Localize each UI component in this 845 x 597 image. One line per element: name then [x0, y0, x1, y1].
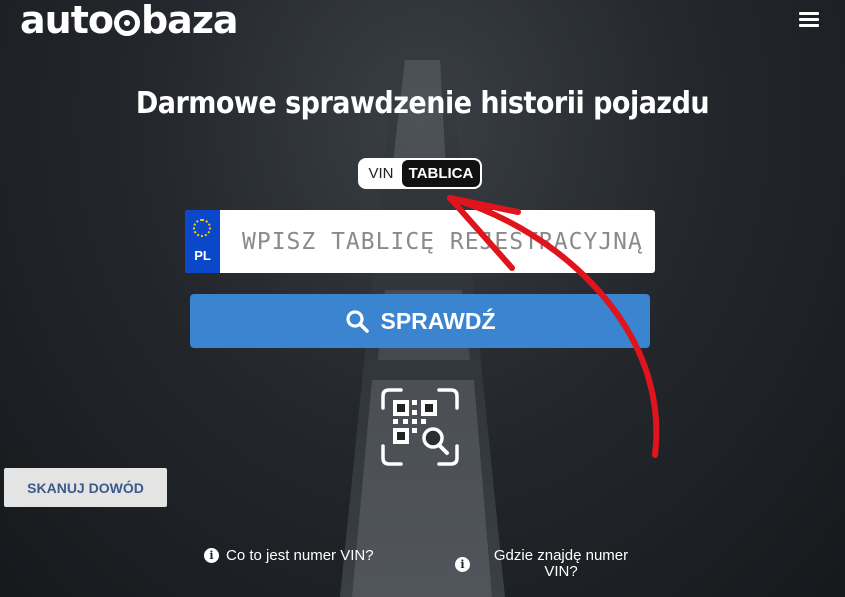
info-icon: i — [455, 556, 470, 572]
help-link-label: Gdzie znajdę numer VIN? — [493, 547, 629, 580]
check-button[interactable]: SPRAWDŹ — [190, 294, 650, 348]
logo-text-auto: auto — [20, 0, 114, 42]
search-mode-toggle: VIN TABLICA — [358, 158, 482, 189]
license-plate-field: PL — [185, 210, 655, 273]
hamburger-icon[interactable] — [799, 12, 819, 27]
search-icon — [345, 310, 369, 333]
scan-document-button[interactable]: SKANUJ DOWÓD — [4, 468, 167, 507]
country-code: PL — [194, 248, 211, 263]
help-link-what-is-vin[interactable]: i Co to jest numer VIN? — [204, 547, 374, 564]
check-button-label: SPRAWDŹ — [380, 307, 496, 334]
page-title: Darmowe sprawdzenie historii pojazdu — [135, 86, 710, 121]
wheel-icon — [113, 10, 140, 36]
toggle-vin[interactable]: VIN — [360, 160, 402, 187]
info-icon: i — [204, 548, 219, 563]
logo-text-baza: baza — [140, 0, 239, 42]
plate-input[interactable] — [220, 210, 655, 273]
help-link-label: Co to jest numer VIN? — [226, 547, 374, 564]
toggle-tablica[interactable]: TABLICA — [402, 160, 480, 187]
eu-stars-icon — [193, 219, 211, 237]
autobaza-logo[interactable]: auto baza — [20, 0, 239, 42]
eu-band: PL — [185, 210, 220, 273]
help-link-where-vin[interactable]: i Gdzie znajdę numer VIN? — [455, 548, 645, 580]
qr-scan-icon[interactable] — [381, 388, 459, 466]
